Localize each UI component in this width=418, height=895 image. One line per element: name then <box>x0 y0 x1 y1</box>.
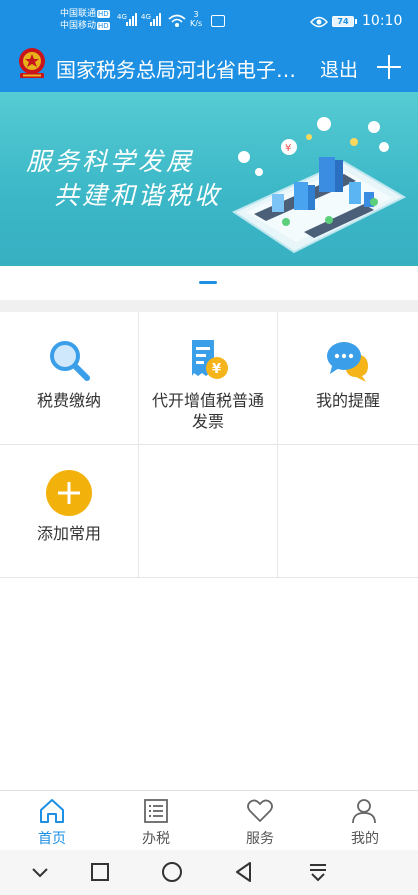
carrier-2: 中国移动 <box>60 21 97 31</box>
clock: 10:10 <box>362 13 403 29</box>
menu-item-label: 税费缴纳 <box>36 391 101 410</box>
add-icon[interactable] <box>376 54 402 80</box>
invoice-icon: ¥ <box>192 340 228 379</box>
hd-badge: HD <box>97 22 110 30</box>
page-indicator <box>199 281 217 284</box>
notification-pulldown-icon[interactable] <box>306 860 330 884</box>
quick-menu-grid: 税费缴纳 ¥ 代开增值税普通发票 我的提醒 添加常用 <box>0 312 418 578</box>
speed-unit: K/s <box>190 19 203 28</box>
svg-text:¥: ¥ <box>212 362 221 377</box>
tab-label: 办税 <box>142 831 170 847</box>
signal-icon <box>150 12 164 26</box>
menu-item-tax-payment[interactable]: 税费缴纳 <box>0 312 139 445</box>
tab-mine[interactable]: 我的 <box>312 791 418 851</box>
add-circle-icon <box>46 470 92 516</box>
menu-item-label: 代开增值税普通发票 <box>151 391 264 431</box>
chat-bubble-icon <box>327 342 368 382</box>
carrier-1: 中国联通 <box>60 9 97 19</box>
banner-slogan-line1: 服务科学发展 <box>26 147 195 176</box>
speed-value: 3 <box>193 10 199 19</box>
banner-pager <box>0 266 418 300</box>
svg-text:¥: ¥ <box>285 143 291 154</box>
signal-icon <box>126 12 140 26</box>
banner-slogan-line2: 共建和谐税收 <box>54 181 223 210</box>
tab-label: 我的 <box>351 831 379 847</box>
eye-icon <box>310 16 328 28</box>
logout-button[interactable]: 退出 <box>320 55 358 82</box>
menu-item-add-favorite[interactable]: 添加常用 <box>0 445 139 578</box>
menu-empty-cell <box>139 445 278 578</box>
tax-emblem-icon <box>19 48 45 78</box>
battery-indicator: 74 <box>332 16 354 27</box>
gallery-icon <box>211 15 225 27</box>
bottom-navigation: 首页 办税 服务 我的 <box>0 790 418 850</box>
user-icon <box>352 799 376 824</box>
section-divider <box>0 300 418 312</box>
heart-icon <box>247 799 273 822</box>
menu-item-my-reminders[interactable]: 我的提醒 <box>278 312 418 445</box>
recent-apps-button[interactable] <box>88 860 112 884</box>
status-bar: 中国联通 HD 中国移动 HD 4G 4G 3 K/s 74 10:10 <box>0 0 418 42</box>
wifi-icon <box>168 14 186 27</box>
tab-services[interactable]: 服务 <box>208 791 312 851</box>
home-button[interactable] <box>160 860 184 884</box>
list-icon <box>144 799 168 823</box>
app-header: 国家税务总局河北省电子税务局 退出 <box>0 42 418 92</box>
battery-tip <box>355 19 357 24</box>
banner[interactable]: 服务科学发展 共建和谐税收 ¥ <box>0 92 418 266</box>
tab-label: 服务 <box>246 831 274 847</box>
menu-item-label: 添加常用 <box>36 524 101 543</box>
smart-city-illustration: ¥ <box>231 117 407 254</box>
system-navigation-bar <box>0 850 418 895</box>
tab-label: 首页 <box>38 831 66 847</box>
page-title: 国家税务总局河北省电子税务局 <box>56 58 306 82</box>
tab-tax-handling[interactable]: 办税 <box>104 791 208 851</box>
menu-item-issue-invoice[interactable]: ¥ 代开增值税普通发票 <box>139 312 278 445</box>
network-speed: 3 K/s <box>190 10 202 28</box>
menu-empty-cell <box>278 445 418 578</box>
carrier-info: 中国联通 HD 中国移动 HD <box>60 8 110 32</box>
hd-badge: HD <box>97 10 110 18</box>
home-icon <box>40 799 64 823</box>
back-button[interactable] <box>232 860 256 884</box>
menu-item-label: 我的提醒 <box>315 391 380 410</box>
chevron-down-icon[interactable] <box>28 860 52 884</box>
tab-home[interactable]: 首页 <box>0 791 104 851</box>
search-icon <box>50 341 90 381</box>
